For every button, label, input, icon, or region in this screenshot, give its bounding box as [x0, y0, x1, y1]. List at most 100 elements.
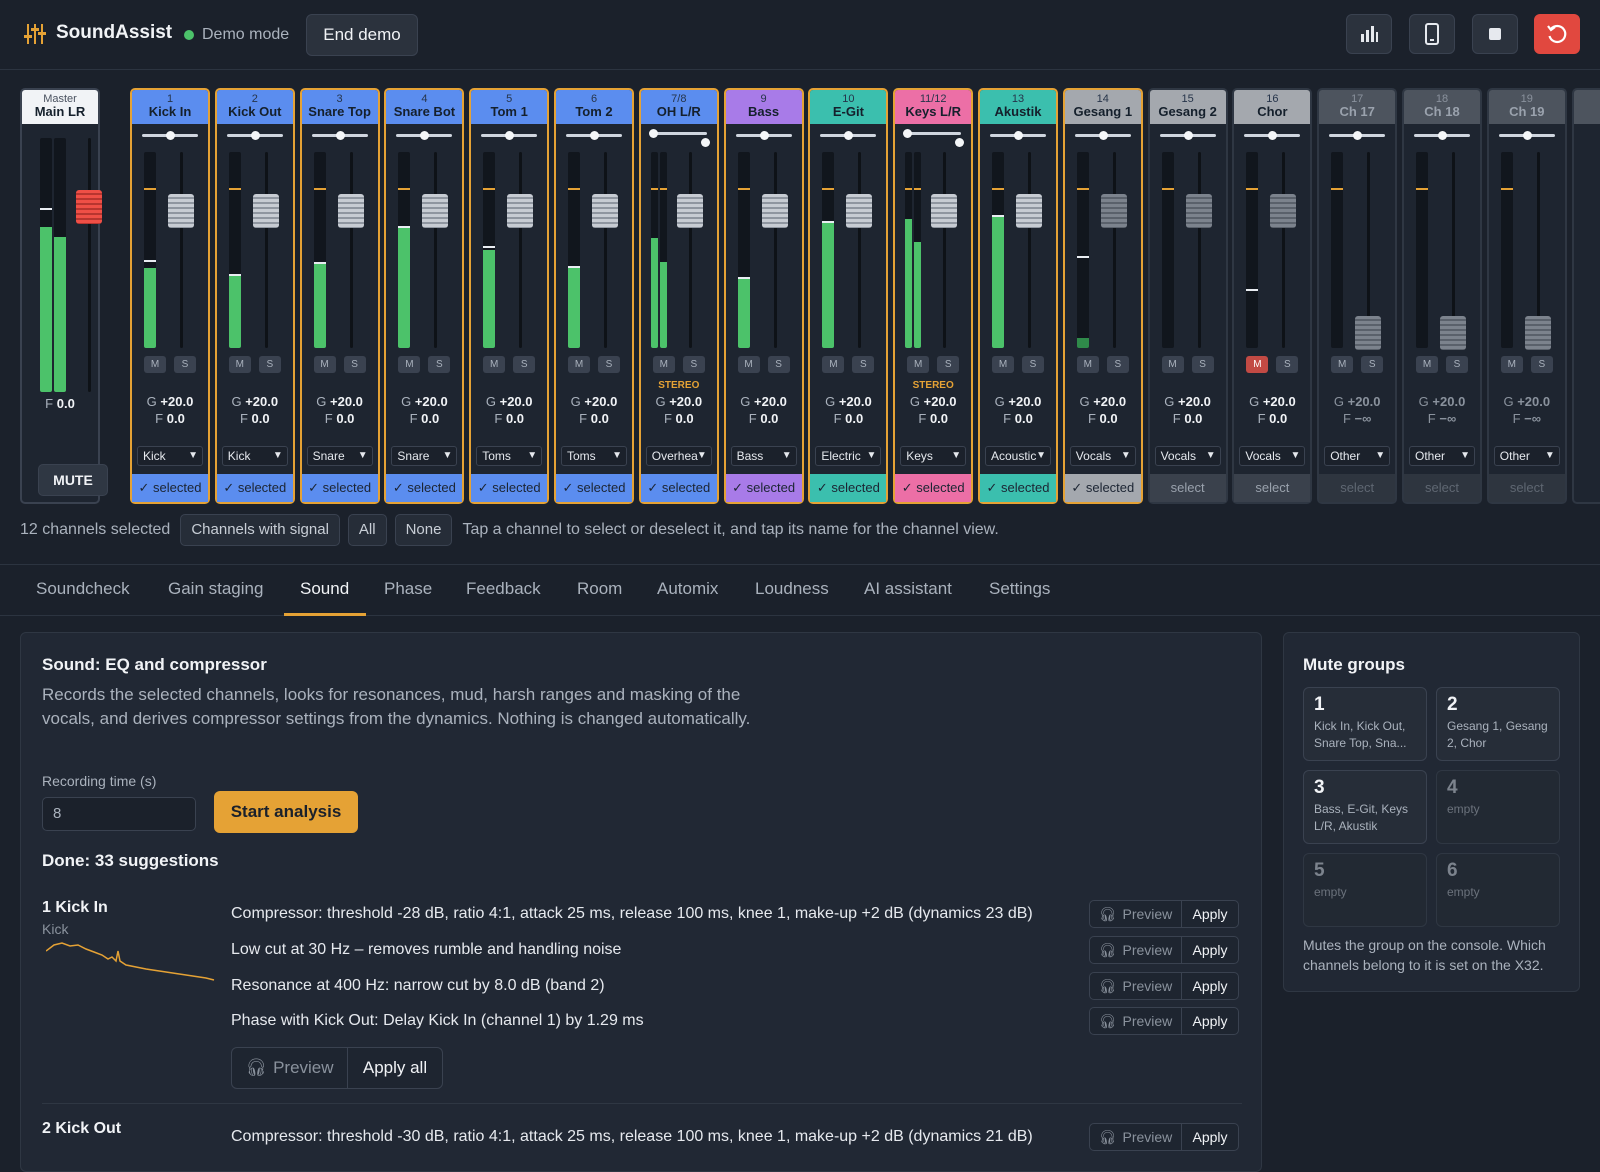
fader-knob[interactable] [252, 194, 279, 228]
select-toggle[interactable]: ✓ selected [725, 474, 802, 502]
solo-button[interactable]: S [1022, 356, 1044, 373]
fader-knob[interactable] [168, 194, 194, 228]
fader-track[interactable] [943, 152, 947, 348]
mute-button[interactable]: M [144, 356, 166, 373]
master-fader-track[interactable] [88, 138, 91, 392]
channel-strip[interactable]: 16 Chor M S G +20.0 F 0.0 Vocals ▼ select [1232, 88, 1313, 504]
mute-button[interactable]: M [822, 356, 845, 373]
master-header[interactable]: Master Main LR [22, 90, 98, 124]
channel-name-header[interactable]: 14 Gesang 1 [1064, 90, 1141, 124]
channel-name-header[interactable]: 4 Snare Bot [386, 90, 463, 124]
select-toggle[interactable]: select [1149, 474, 1226, 502]
select-none-chip[interactable]: None [394, 514, 453, 546]
mute-group-card[interactable]: 1 Kick In, Kick Out, Snare Top, Sna... [1303, 687, 1427, 761]
preview-button[interactable]: 🎧︎ Preview [1090, 1008, 1182, 1034]
channel-group-select[interactable]: Vocals ▼ [1154, 446, 1221, 466]
pan-control[interactable] [1244, 131, 1301, 140]
mute-group-card[interactable]: 3 Bass, E-Git, Keys L/R, Akustik [1303, 770, 1427, 844]
pan-knob[interactable] [420, 131, 430, 140]
fader-knob[interactable] [1185, 194, 1212, 228]
fader-track[interactable] [519, 152, 523, 348]
channel-group-select[interactable]: Vocals ▼ [1069, 446, 1136, 466]
solo-button[interactable]: S [1191, 356, 1214, 373]
master-strip[interactable]: Master Main LR F 0.0 MUTE [20, 88, 108, 504]
tab-feedback[interactable]: Feedback [466, 579, 541, 599]
select-toggle[interactable]: ✓ selected [216, 474, 293, 502]
tab-room[interactable]: Room [577, 579, 622, 599]
pan-knob[interactable] [648, 129, 658, 138]
fader-knob[interactable] [507, 194, 534, 228]
pan-control[interactable] [990, 131, 1046, 140]
channel-strip[interactable]: 1 Kick In M S G +20.0 F 0.0 Kick ▼ ✓ selected [130, 88, 210, 504]
pan-control[interactable] [820, 131, 877, 140]
mute-button[interactable]: M [1416, 356, 1438, 373]
channel-name-header[interactable]: 17 Ch 17 [1319, 90, 1396, 124]
apply-button[interactable]: Apply [1182, 901, 1238, 927]
fader-track[interactable] [349, 152, 353, 348]
pan-knob[interactable] [759, 131, 769, 140]
mute-group-card[interactable]: 2 Gesang 1, Gesang 2, Chor [1436, 687, 1560, 761]
mute-button[interactable]: M [652, 356, 675, 373]
select-toggle[interactable]: ✓ selected [1064, 474, 1141, 502]
channel-strip[interactable]: 4 Snare Bot M S G +20.0 F 0.0 Snare ▼ ✓ selecte… [384, 88, 465, 504]
result-channel-name[interactable]: 1 Kick In [42, 899, 108, 917]
select-toggle[interactable]: ✓ selected [980, 474, 1056, 502]
apply-all-button[interactable]: Apply all [348, 1048, 442, 1088]
channel-name-header[interactable]: 6 Tom 2 [556, 90, 632, 124]
solo-button[interactable]: S [682, 356, 705, 373]
channel-strip[interactable]: 2 Kick Out M S G +20.0 F 0.0 Kick ▼ ✓ selected [214, 88, 295, 504]
mute-button[interactable]: M [1161, 356, 1184, 373]
mute-button[interactable]: M [568, 356, 590, 373]
solo-button[interactable]: S [1530, 356, 1553, 373]
channel-group-select[interactable]: Other ▼ [1324, 446, 1391, 466]
mute-group-card[interactable]: 4 empty [1436, 770, 1560, 844]
mute-button[interactable]: M [483, 356, 506, 373]
pan-control[interactable] [1498, 131, 1555, 140]
tab-sound[interactable]: Sound [300, 579, 349, 599]
pan-knob[interactable] [1353, 131, 1363, 140]
channel-name-header[interactable]: 19 Ch 19 [1488, 90, 1565, 124]
channel-group-select[interactable]: Kick ▼ [137, 446, 203, 466]
apply-button[interactable]: Apply [1182, 937, 1238, 963]
channel-strip[interactable]: 17 Ch 17 M S G +20.0 F −∞ Other ▼ select [1317, 88, 1398, 504]
mute-button[interactable]: M [1076, 356, 1099, 373]
pan-knob[interactable] [505, 131, 515, 140]
pan-knob[interactable] [1014, 131, 1023, 140]
channel-name-header[interactable]: 18 Ch 18 [1404, 90, 1480, 124]
solo-button[interactable]: S [1106, 356, 1129, 373]
channel-group-select[interactable]: Electric ▼ [815, 446, 882, 466]
tab-automix[interactable]: Automix [657, 579, 718, 599]
channel-group-select[interactable]: Toms ▼ [561, 446, 627, 466]
mute-button[interactable]: M [1246, 356, 1269, 373]
channel-name-header[interactable]: 3 Snare Top [301, 90, 378, 124]
mute-button[interactable]: M [398, 356, 421, 373]
pan-control[interactable] [1329, 131, 1386, 140]
tab-ai-assistant[interactable]: AI assistant [864, 579, 952, 599]
solo-button[interactable]: S [1276, 356, 1299, 373]
fader-knob[interactable] [846, 194, 873, 228]
preview-button[interactable]: 🎧︎ Preview [1090, 973, 1182, 999]
tab-settings[interactable]: Settings [989, 579, 1050, 599]
tab-loudness[interactable]: Loudness [755, 579, 829, 599]
channel-group-select[interactable]: Vocals ▼ [1239, 446, 1306, 466]
mute-group-card[interactable]: 6 empty [1436, 853, 1560, 927]
channel-name-header[interactable]: 15 Gesang 2 [1149, 90, 1226, 124]
master-fader-knob[interactable] [76, 190, 102, 224]
pan-control[interactable] [226, 131, 283, 140]
select-toggle[interactable]: ✓ selected [386, 474, 463, 502]
fader-knob[interactable] [422, 194, 449, 228]
channel-name-header[interactable]: 13 Akustik [980, 90, 1056, 124]
apply-button[interactable]: Apply [1182, 973, 1238, 999]
preview-button[interactable]: 🎧︎ Preview [1090, 937, 1182, 963]
select-toggle[interactable]: select [1488, 474, 1565, 502]
meters-button[interactable] [1346, 14, 1392, 54]
preview-button[interactable]: 🎧︎ Preview [1090, 901, 1182, 927]
channel-name-header[interactable]: 7/8 OH L/R [640, 90, 717, 124]
phone-view-button[interactable] [1409, 14, 1455, 54]
pan-control[interactable] [396, 131, 453, 140]
pan-control[interactable] [903, 129, 965, 147]
channel-strip[interactable]: 13 Akustik M S G +20.0 F 0.0 Acoustic ▼ ✓ selec… [978, 88, 1058, 504]
channel-strip[interactable]: 7/8 OH L/R M S STEREO G +20.0 F 0.0 Overhea ▼ ✓ … [638, 88, 719, 504]
fader-track[interactable] [1197, 152, 1201, 348]
fader-knob[interactable] [592, 194, 618, 228]
